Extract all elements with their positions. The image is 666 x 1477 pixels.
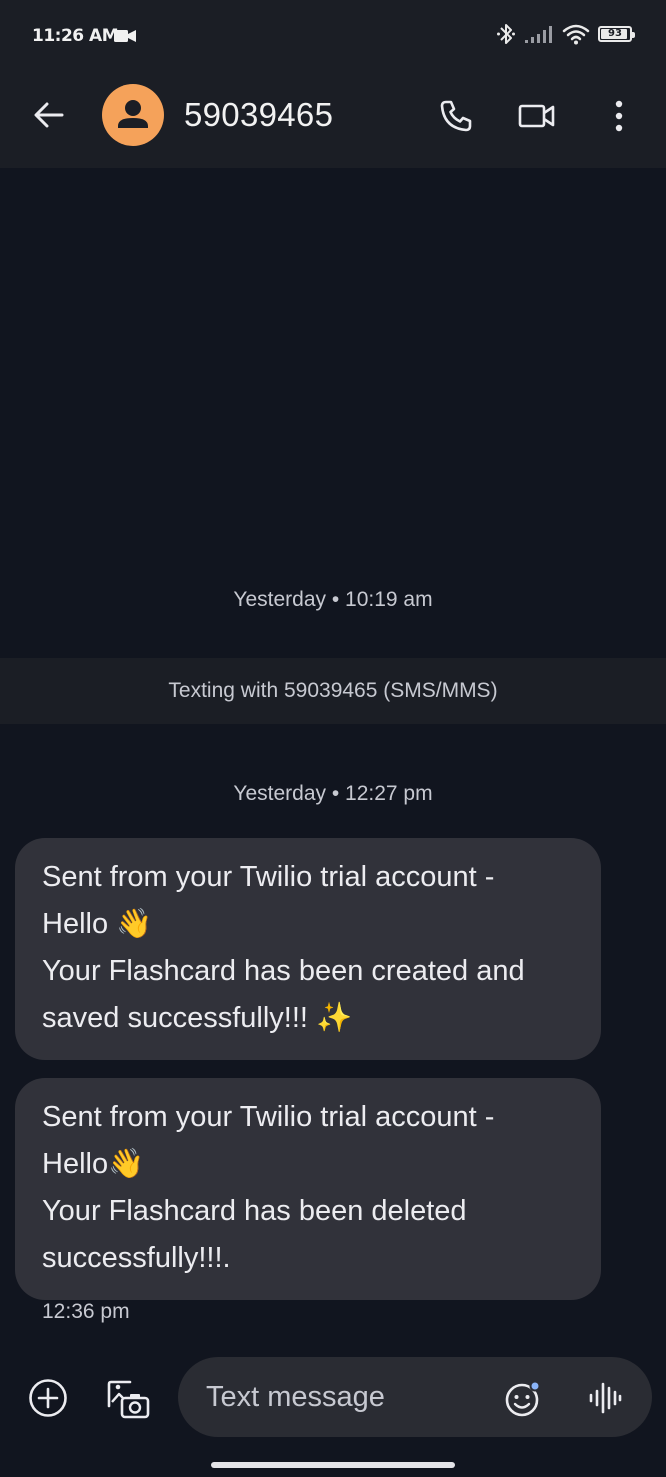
signal-icon bbox=[525, 26, 552, 43]
message-line: Hello👋 bbox=[42, 1148, 145, 1180]
back-arrow-icon[interactable] bbox=[32, 98, 66, 132]
bluetooth-icon bbox=[497, 24, 515, 44]
more-vert-icon[interactable] bbox=[606, 98, 632, 134]
status-bar: 11:26 AM 93 bbox=[0, 0, 666, 64]
message-line: saved successfully!!! ✨ bbox=[42, 1002, 353, 1034]
timestamp: Yesterday • 10:19 am bbox=[233, 588, 433, 611]
message-line: Your Flashcard has been created and bbox=[42, 955, 525, 987]
message-line: Sent from your Twilio trial account - bbox=[42, 1101, 495, 1133]
person-icon bbox=[118, 100, 148, 128]
timestamp: Yesterday • 12:27 pm bbox=[233, 782, 433, 805]
message-line: Your Flashcard has been deleted bbox=[42, 1195, 467, 1227]
message-line: Hello 👋 bbox=[42, 908, 153, 940]
voice-icon[interactable] bbox=[588, 1380, 622, 1416]
home-indicator[interactable] bbox=[211, 1462, 455, 1468]
phone-icon[interactable] bbox=[438, 98, 474, 134]
message-time: 12:36 pm bbox=[42, 1300, 130, 1323]
status-time: 11:26 AM bbox=[32, 26, 119, 46]
message-bubble[interactable]: Sent from your Twilio trial account - He… bbox=[15, 838, 601, 1060]
contact-name[interactable]: 59039465 bbox=[184, 96, 333, 134]
message-bubble[interactable]: Sent from your Twilio trial account - He… bbox=[15, 1078, 601, 1300]
avatar[interactable] bbox=[102, 84, 164, 146]
gallery-icon[interactable] bbox=[106, 1376, 152, 1420]
conversation[interactable]: Yesterday • 10:19 am Texting with 590394… bbox=[0, 168, 666, 1358]
message-line: successfully!!!. bbox=[42, 1242, 231, 1274]
video-recording-icon bbox=[114, 30, 136, 42]
video-call-icon[interactable] bbox=[518, 100, 556, 132]
message-line: Sent from your Twilio trial account - bbox=[42, 861, 495, 893]
battery-icon: 93 bbox=[598, 26, 635, 42]
wifi-icon bbox=[562, 24, 590, 45]
emoji-icon[interactable] bbox=[504, 1380, 542, 1418]
sms-banner: Texting with 59039465 (SMS/MMS) bbox=[0, 658, 666, 724]
add-icon[interactable] bbox=[28, 1378, 68, 1418]
message-input[interactable] bbox=[178, 1357, 652, 1437]
